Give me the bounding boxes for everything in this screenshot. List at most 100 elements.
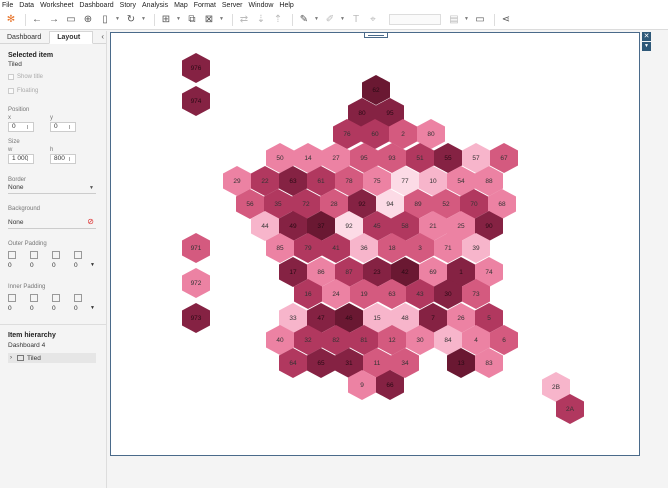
redo-icon[interactable]: → (47, 13, 61, 27)
hex-tile[interactable]: 67 (490, 143, 518, 173)
padding-left-icon[interactable] (52, 294, 60, 302)
padding-top-icon[interactable] (30, 251, 38, 259)
show-title-label: Show title (17, 74, 44, 80)
dashboard-canvas[interactable]: 976 974 62 80 95 76 60 2 80 50 14 27 95 93 51 55 57 67 29 2… (110, 32, 640, 456)
chevron-down-icon[interactable]: ▼ (90, 262, 95, 268)
inner-padding-value[interactable]: 0 (30, 305, 38, 312)
more-options-icon[interactable]: ▼ (642, 42, 651, 51)
tab-dashboard[interactable]: Dashboard (0, 34, 49, 43)
floating-checkbox[interactable]: Floating (8, 88, 38, 94)
close-icon[interactable]: ✕ (642, 32, 651, 41)
tab-layout[interactable]: Layout (49, 31, 94, 44)
tableau-logo-icon[interactable]: ✻ (4, 13, 18, 27)
chevron-down-icon[interactable]: ▼ (219, 13, 224, 27)
x-input[interactable]: 0 (8, 122, 34, 132)
floating-label: Floating (17, 88, 39, 94)
outer-padding-value[interactable]: 0 (74, 262, 82, 269)
menu-item[interactable]: Format (194, 2, 216, 9)
menu-item[interactable]: Worksheet (40, 2, 73, 9)
menu-item[interactable]: Analysis (142, 2, 168, 9)
selected-item-value: Tiled (8, 61, 22, 68)
hex-tile[interactable]: 972 (182, 268, 210, 298)
pause-icon[interactable]: ▯ (98, 13, 112, 27)
inner-padding-value[interactable]: 0 (52, 305, 60, 312)
toolbar-separator (292, 13, 293, 26)
padding-bottom-icon[interactable] (74, 251, 82, 259)
outer-padding-value[interactable]: 0 (30, 262, 38, 269)
inner-padding-value[interactable]: 0 (74, 305, 82, 312)
h-input[interactable]: 800 (50, 154, 76, 164)
divider (0, 324, 107, 325)
size-label: Size (8, 139, 20, 145)
menu-item[interactable]: Map (174, 2, 188, 9)
padding-top-icon[interactable] (30, 294, 38, 302)
menu-item[interactable]: Data (19, 2, 34, 9)
padding-bottom-icon[interactable] (74, 294, 82, 302)
border-dropdown[interactable]: None ▼ (8, 184, 96, 194)
outer-padding-label: Outer Padding (8, 241, 47, 247)
sidebar: Dashboard Layout ‹ Selected item Tiled S… (0, 31, 107, 488)
item-hierarchy-heading: Item hierarchy (8, 332, 56, 339)
background-dropdown[interactable]: None ⊘ (8, 217, 96, 229)
w-input[interactable]: 1 000 (8, 154, 34, 164)
checkbox-box[interactable] (8, 74, 14, 80)
collapse-icon[interactable]: ‹ (101, 32, 104, 41)
fit-dropdown[interactable] (389, 14, 441, 25)
fix-axes-icon[interactable]: ⌖ (366, 13, 380, 27)
chevron-down-icon[interactable]: ▼ (314, 13, 319, 27)
hex-tile[interactable]: 976 (182, 53, 210, 83)
chevron-down-icon[interactable]: ▼ (115, 13, 120, 27)
save-icon[interactable]: ▭ (64, 13, 78, 27)
menu-item[interactable]: Dashboard (79, 2, 113, 9)
highlight-icon[interactable]: ✎ (297, 13, 311, 27)
group-icon[interactable]: ✐ (323, 13, 337, 27)
undo-icon[interactable]: ← (30, 13, 44, 27)
show-cards-icon[interactable]: ▤ (447, 13, 461, 27)
chevron-down-icon[interactable]: ▼ (464, 13, 469, 27)
hex-tile[interactable]: 971 (182, 233, 210, 263)
label-icon[interactable]: T (349, 13, 363, 27)
padding-all-icon[interactable] (8, 294, 16, 302)
checkbox-box[interactable] (8, 88, 14, 94)
move-handle-icon[interactable] (364, 32, 388, 38)
inner-padding-value[interactable]: 0 (8, 305, 16, 312)
border-label: Border (8, 177, 27, 183)
chevron-down-icon[interactable]: ▼ (340, 13, 345, 27)
toolbar-separator (154, 13, 155, 26)
chevron-right-icon[interactable]: › (10, 355, 12, 361)
chevron-down-icon[interactable]: ▼ (90, 305, 95, 311)
new-datasource-icon[interactable]: ⊕ (81, 13, 95, 27)
swap-icon[interactable]: ⇄ (237, 13, 251, 27)
sort-asc-icon[interactable]: ⇣ (254, 13, 268, 27)
selected-item-heading: Selected item (8, 52, 54, 59)
outer-padding-value[interactable]: 0 (52, 262, 60, 269)
menu-item[interactable]: Story (120, 2, 136, 9)
duplicate-icon[interactable]: ⧉ (185, 13, 199, 27)
hierarchy-item-tiled[interactable]: › Tiled (8, 353, 96, 363)
presentation-icon[interactable]: ▭ (473, 13, 487, 27)
menu-item[interactable]: Window (249, 2, 274, 9)
hex-tile[interactable]: 973 (182, 303, 210, 333)
share-icon[interactable]: ⋖ (499, 13, 513, 27)
clear-icon[interactable]: ⊠ (202, 13, 216, 27)
w-label: w (8, 147, 13, 153)
refresh-icon[interactable]: ↻ (124, 13, 138, 27)
menu-item[interactable]: File (2, 2, 13, 9)
outer-padding-value[interactable]: 0 (8, 262, 16, 269)
new-worksheet-icon[interactable]: ⊞ (159, 13, 173, 27)
toolbar: ✻ ← → ▭ ⊕ ▯ ▼ ↻ ▼ ⊞ ▼ ⧉ ⊠ ▼ ⇄ ⇣ ⇡ ✎ ▼ ✐ … (0, 10, 668, 30)
hex-tile[interactable]: 974 (182, 86, 210, 116)
border-value: None (8, 184, 24, 191)
show-title-checkbox[interactable]: Show title (8, 74, 43, 80)
menu-item[interactable]: Help (279, 2, 293, 9)
chevron-down-icon[interactable]: ▼ (176, 13, 181, 27)
padding-all-icon[interactable] (8, 251, 16, 259)
sort-desc-icon[interactable]: ⇡ (271, 13, 285, 27)
x-label: x (8, 115, 11, 121)
menu-item[interactable]: Server (222, 2, 243, 9)
padding-left-icon[interactable] (52, 251, 60, 259)
background-value: None (8, 219, 24, 226)
toolbar-separator (494, 13, 495, 26)
y-input[interactable]: 0 (50, 122, 76, 132)
chevron-down-icon[interactable]: ▼ (141, 13, 146, 27)
